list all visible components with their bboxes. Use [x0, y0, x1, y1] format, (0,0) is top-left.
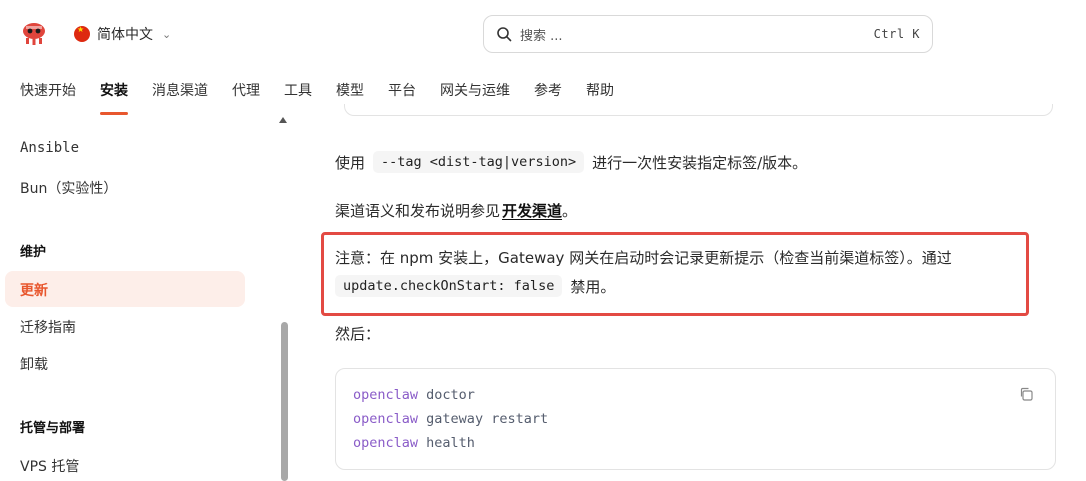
paragraph-tag-usage: 使用 --tag <dist-tag|version> 进行一次性安装指定标签/…: [335, 151, 807, 173]
tab-channels[interactable]: 消息渠道: [152, 80, 208, 100]
note-text: 注意：在 npm 安装上，Gateway 网关在启动时会记录更新提示（检查当前渠…: [335, 249, 952, 267]
scroll-up-arrow-icon[interactable]: [279, 117, 287, 123]
tab-tools[interactable]: 工具: [284, 80, 312, 100]
code-args: doctor: [426, 387, 475, 403]
code-command: openclaw: [353, 411, 419, 427]
search-icon: [497, 27, 512, 42]
sidebar-item-bun[interactable]: Bun（实验性）: [20, 178, 117, 198]
copy-icon[interactable]: [1019, 387, 1033, 401]
code-block: openclaw doctor openclaw gateway restart…: [335, 368, 1056, 470]
code-args: gateway restart: [426, 411, 549, 427]
code-args: health: [426, 435, 475, 451]
note-text-end: 禁用。: [570, 277, 616, 296]
tab-gateway-ops[interactable]: 网关与运维: [440, 80, 510, 100]
language-label: 简体中文: [97, 27, 153, 43]
tab-quickstart[interactable]: 快速开始: [20, 80, 76, 100]
sidebar-item-migration[interactable]: 迁移指南: [20, 317, 76, 337]
dev-channel-link[interactable]: 开发渠道: [502, 200, 562, 221]
paragraph-channels: 渠道语义和发布说明参见 开发渠道 。: [335, 200, 577, 221]
sidebar-item-uninstall[interactable]: 卸载: [20, 354, 48, 374]
code-line: openclaw doctor: [353, 387, 475, 403]
tab-install[interactable]: 安装: [100, 80, 128, 100]
previous-block-edge: [344, 104, 1053, 116]
top-header: 简体中文 ⌄ 搜索 ... Ctrl K: [0, 0, 1086, 68]
chevron-down-icon: ⌄: [162, 27, 172, 41]
sidebar-item-update[interactable]: 更新: [20, 280, 48, 300]
code-command: openclaw: [353, 387, 419, 403]
inline-code-tag: --tag <dist-tag|version>: [373, 151, 585, 173]
china-flag-icon: [74, 25, 90, 42]
highlighted-note-box: [321, 232, 1029, 316]
sidebar-section-hosting: 托管与部署: [20, 421, 86, 436]
active-tab-indicator: [100, 112, 128, 115]
language-selector[interactable]: 简体中文 ⌄: [74, 24, 171, 44]
search-placeholder: 搜索 ...: [520, 28, 563, 44]
search-shortcut: Ctrl K: [873, 27, 920, 41]
tab-agents[interactable]: 代理: [232, 80, 260, 100]
inline-code-checkonstart: update.checkOnStart: false: [335, 275, 563, 297]
paragraph-text: 。: [562, 202, 578, 220]
sidebar-scrollbar-thumb[interactable]: [281, 322, 288, 481]
search-input[interactable]: 搜索 ... Ctrl K: [483, 15, 933, 53]
sidebar-item-ansible[interactable]: Ansible: [20, 140, 79, 156]
tab-models[interactable]: 模型: [336, 80, 364, 100]
paragraph-then: 然后：: [335, 325, 381, 343]
sidebar-section-maintain: 维护: [20, 245, 47, 260]
tab-reference[interactable]: 参考: [534, 80, 562, 100]
paragraph-text: 渠道语义和发布说明参见: [335, 202, 501, 220]
code-line: openclaw gateway restart: [353, 411, 548, 427]
logo-icon[interactable]: [20, 20, 48, 48]
code-line: openclaw health: [353, 435, 475, 451]
note-text-line2: update.checkOnStart: false 禁用。: [335, 275, 615, 297]
sidebar-item-vps[interactable]: VPS 托管: [20, 456, 79, 476]
code-command: openclaw: [353, 435, 419, 451]
tab-help[interactable]: 帮助: [586, 80, 614, 100]
tab-platforms[interactable]: 平台: [388, 80, 416, 100]
paragraph-text: 进行一次性安装指定标签/版本。: [592, 153, 808, 172]
paragraph-text: 使用: [335, 153, 366, 172]
